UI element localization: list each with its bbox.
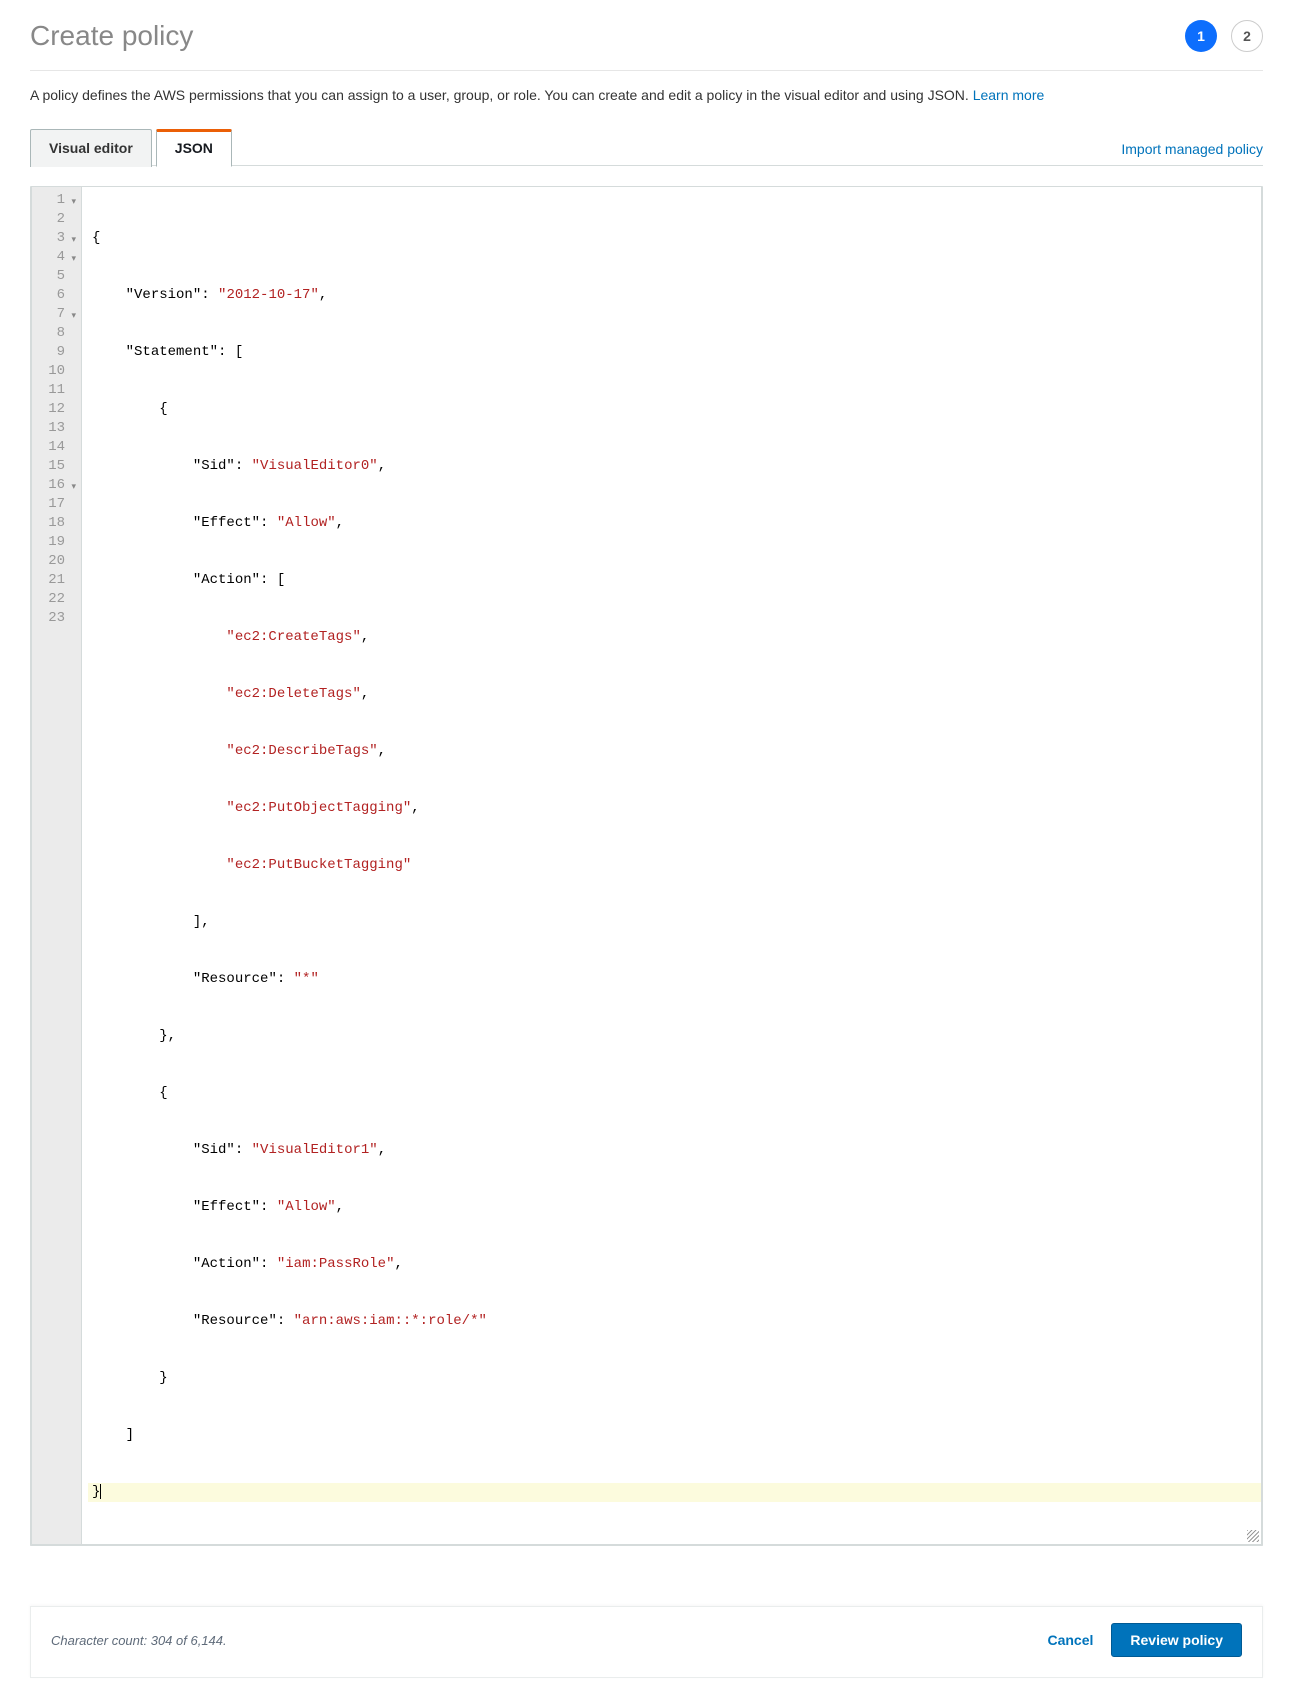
tab-visual-editor[interactable]: Visual editor [30, 129, 152, 167]
policy-description: A policy defines the AWS permissions tha… [30, 87, 1263, 103]
code-line: "ec2:PutObjectTagging", [88, 799, 1261, 818]
code-line: { [88, 400, 1261, 419]
code-line: ] [88, 1426, 1261, 1445]
code-line: "Effect": "Allow", [88, 1198, 1261, 1217]
character-count: Character count: 304 of 6,144. [51, 1633, 227, 1648]
code-line: "ec2:DeleteTags", [88, 685, 1261, 704]
code-line-active: } [88, 1483, 1261, 1502]
header-divider [30, 70, 1263, 71]
editor-cursor [100, 1484, 101, 1499]
code-line: "Sid": "VisualEditor1", [88, 1141, 1261, 1160]
code-line: "ec2:CreateTags", [88, 628, 1261, 647]
editor-gutter: 1▾23▾4▾567▾8910111213141516▾171819202122… [32, 187, 82, 1544]
footer-buttons: Cancel Review policy [1047, 1623, 1242, 1657]
step-2[interactable]: 2 [1231, 20, 1263, 52]
code-line: } [88, 1369, 1261, 1388]
page-header: Create policy 1 2 [30, 20, 1263, 52]
code-line: { [88, 1084, 1261, 1103]
code-line: "Resource": "*" [88, 970, 1261, 989]
page-title: Create policy [30, 20, 193, 52]
code-line: "Resource": "arn:aws:iam::*:role/*" [88, 1312, 1261, 1331]
review-policy-button[interactable]: Review policy [1111, 1623, 1242, 1657]
code-line: { [88, 229, 1261, 248]
code-line: "Action": [ [88, 571, 1261, 590]
learn-more-link[interactable]: Learn more [973, 87, 1045, 103]
resize-handle-icon[interactable] [1247, 1530, 1259, 1542]
code-line: "Sid": "VisualEditor0", [88, 457, 1261, 476]
code-line: "Version": "2012-10-17", [88, 286, 1261, 305]
code-line: "ec2:PutBucketTagging" [88, 856, 1261, 875]
wizard-steps: 1 2 [1185, 20, 1263, 52]
code-line: ], [88, 913, 1261, 932]
cancel-button[interactable]: Cancel [1047, 1632, 1093, 1648]
policy-description-text: A policy defines the AWS permissions tha… [30, 87, 973, 103]
tabs-row: Visual editor JSON Import managed policy [30, 127, 1263, 166]
json-editor[interactable]: 1▾23▾4▾567▾8910111213141516▾171819202122… [31, 186, 1262, 1545]
import-managed-policy-link[interactable]: Import managed policy [1121, 141, 1263, 157]
tab-json[interactable]: JSON [156, 129, 232, 167]
code-line: "Effect": "Allow", [88, 514, 1261, 533]
tabs-container: Visual editor JSON [30, 128, 236, 166]
json-editor-container: 1▾23▾4▾567▾8910111213141516▾171819202122… [30, 186, 1263, 1546]
code-line: }, [88, 1027, 1261, 1046]
code-line: "Statement": [ [88, 343, 1261, 362]
editor-code-area[interactable]: { "Version": "2012-10-17", "Statement": … [82, 187, 1261, 1544]
step-1[interactable]: 1 [1185, 20, 1217, 52]
footer-bar: Character count: 304 of 6,144. Cancel Re… [30, 1606, 1263, 1678]
code-line: "ec2:DescribeTags", [88, 742, 1261, 761]
code-line: "Action": "iam:PassRole", [88, 1255, 1261, 1274]
